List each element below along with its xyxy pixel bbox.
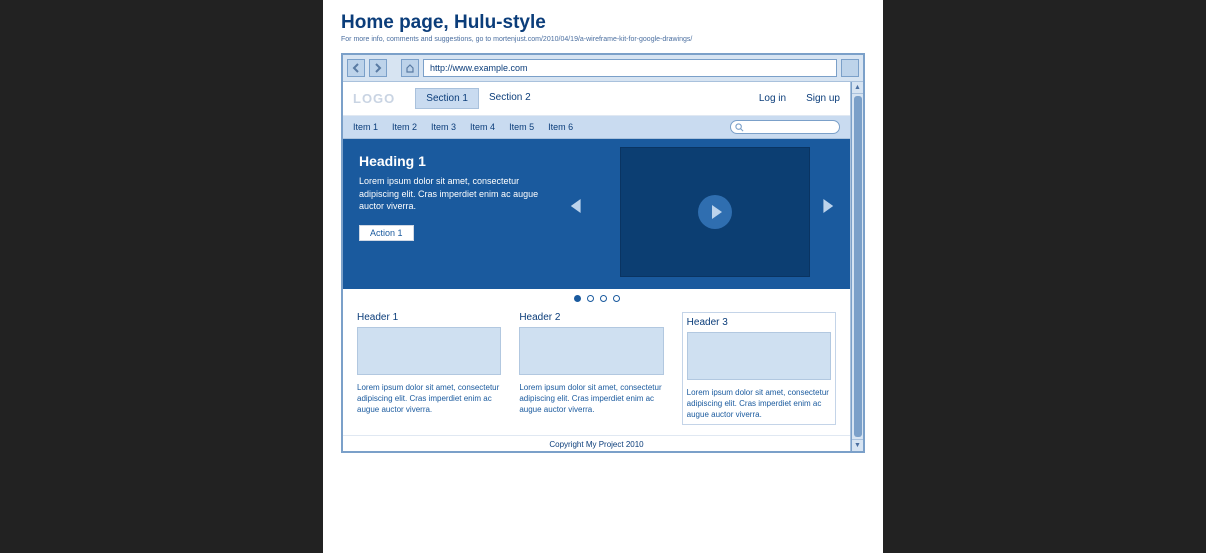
- card-2-header: Header 2: [519, 312, 663, 323]
- search-icon: [735, 123, 744, 132]
- home-button[interactable]: [401, 59, 419, 77]
- subnav-item-2[interactable]: Item 2: [392, 122, 417, 132]
- signup-link[interactable]: Sign up: [806, 93, 840, 104]
- card-1-text: Lorem ipsum dolor sit amet, consectetur …: [357, 383, 501, 415]
- subnav-item-4[interactable]: Item 4: [470, 122, 495, 132]
- scroll-down-icon[interactable]: ▼: [852, 439, 863, 451]
- back-button[interactable]: [347, 59, 365, 77]
- hero-text: Lorem ipsum dolor sit amet, consectetur …: [359, 175, 539, 213]
- scrollbar[interactable]: ▲ ▼: [851, 82, 863, 451]
- dot-3[interactable]: [600, 295, 607, 302]
- go-button[interactable]: [841, 59, 859, 77]
- browser-toolbar: http://www.example.com: [343, 55, 863, 82]
- dot-1[interactable]: [574, 295, 581, 302]
- card-3-header: Header 3: [687, 317, 831, 328]
- document: Home page, Hulu-style For more info, com…: [323, 0, 883, 553]
- subnav-item-3[interactable]: Item 3: [431, 122, 456, 132]
- card-1-image[interactable]: [357, 327, 501, 375]
- play-icon: [698, 195, 732, 229]
- footer: Copyright My Project 2010: [343, 435, 850, 451]
- carousel-prev[interactable]: [568, 197, 582, 221]
- tab-section-1[interactable]: Section 1: [415, 88, 479, 109]
- scroll-up-icon[interactable]: ▲: [852, 82, 863, 94]
- section-tabs: Section 1 Section 2: [415, 88, 540, 109]
- carousel-dots: [343, 289, 850, 308]
- dot-2[interactable]: [587, 295, 594, 302]
- card-2: Header 2 Lorem ipsum dolor sit amet, con…: [519, 312, 663, 425]
- card-3: Header 3 Lorem ipsum dolor sit amet, con…: [682, 312, 836, 425]
- doc-title: Home page, Hulu-style: [341, 12, 865, 34]
- page-area: LOGO Section 1 Section 2 Log in Sign up …: [343, 82, 863, 451]
- card-2-image[interactable]: [519, 327, 663, 375]
- video-thumbnail[interactable]: [620, 147, 810, 277]
- cards-row: Header 1 Lorem ipsum dolor sit amet, con…: [343, 308, 850, 435]
- dot-4[interactable]: [613, 295, 620, 302]
- site-header: LOGO Section 1 Section 2 Log in Sign up: [343, 82, 850, 116]
- card-2-text: Lorem ipsum dolor sit amet, consectetur …: [519, 383, 663, 415]
- browser-window: http://www.example.com LOGO Section 1 Se…: [341, 53, 865, 453]
- subnav-item-1[interactable]: Item 1: [353, 122, 378, 132]
- arrow-right-icon: [373, 63, 383, 73]
- doc-subtitle: For more info, comments and suggestions,…: [341, 36, 865, 43]
- tab-section-2[interactable]: Section 2: [479, 88, 541, 109]
- card-3-text: Lorem ipsum dolor sit amet, consectetur …: [687, 388, 831, 420]
- logo: LOGO: [353, 91, 395, 106]
- page-content: LOGO Section 1 Section 2 Log in Sign up …: [343, 82, 851, 451]
- subnav-item-5[interactable]: Item 5: [509, 122, 534, 132]
- arrow-left-icon: [351, 63, 361, 73]
- scroll-thumb[interactable]: [854, 96, 862, 437]
- triangle-right-icon: [822, 197, 836, 215]
- subnav-item-6[interactable]: Item 6: [548, 122, 573, 132]
- hero: Heading 1 Lorem ipsum dolor sit amet, co…: [343, 139, 850, 289]
- card-3-image[interactable]: [687, 332, 831, 380]
- login-link[interactable]: Log in: [759, 93, 786, 104]
- url-text: http://www.example.com: [430, 63, 528, 73]
- card-1-header: Header 1: [357, 312, 501, 323]
- hero-action-button[interactable]: Action 1: [359, 225, 414, 241]
- triangle-left-icon: [568, 197, 582, 215]
- home-icon: [405, 63, 415, 73]
- url-bar[interactable]: http://www.example.com: [423, 59, 837, 77]
- forward-button[interactable]: [369, 59, 387, 77]
- search-input[interactable]: [730, 120, 840, 134]
- card-1: Header 1 Lorem ipsum dolor sit amet, con…: [357, 312, 501, 425]
- carousel-next[interactable]: [822, 197, 836, 221]
- subnav: Item 1 Item 2 Item 3 Item 4 Item 5 Item …: [343, 116, 850, 139]
